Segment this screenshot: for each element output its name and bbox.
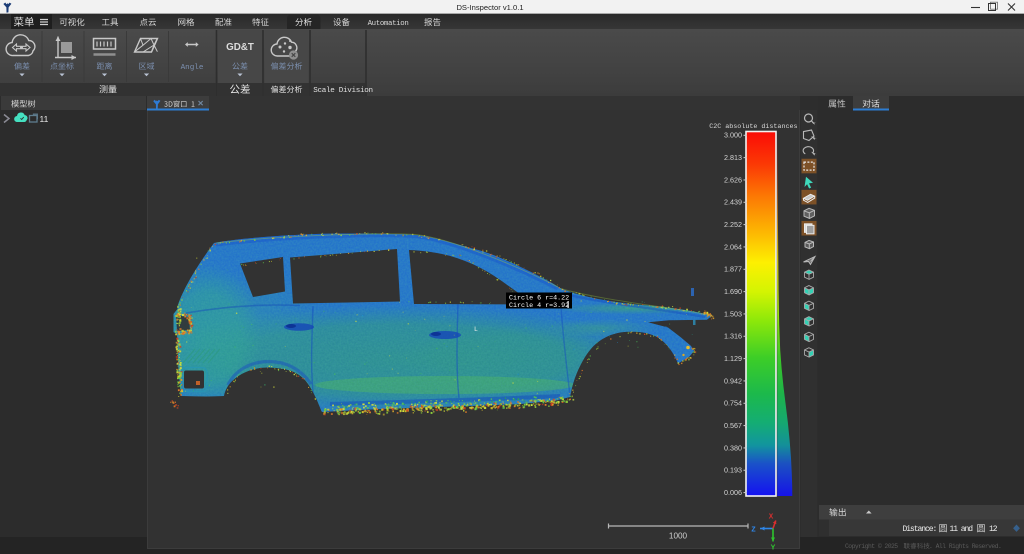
svg-text:DS-Inspector v1.0.1: DS-Inspector v1.0.1 bbox=[456, 3, 523, 12]
svg-text:12: 12 bbox=[989, 525, 998, 534]
svg-text:0.380: 0.380 bbox=[724, 443, 742, 452]
svg-text:11 and: 11 and bbox=[950, 525, 974, 534]
svg-text:X: X bbox=[769, 514, 774, 522]
svg-text:L: L bbox=[474, 326, 478, 333]
svg-text:1.690: 1.690 bbox=[724, 287, 742, 296]
svg-text:3.000: 3.000 bbox=[724, 131, 742, 140]
svg-text:0.942: 0.942 bbox=[724, 376, 742, 385]
svg-text:Scale Division: Scale Division bbox=[313, 87, 373, 95]
svg-text:C2C absolute distances: C2C absolute distances bbox=[709, 123, 797, 131]
svg-text:2.064: 2.064 bbox=[724, 242, 742, 251]
svg-text:1.129: 1.129 bbox=[724, 354, 742, 363]
svg-text:1000: 1000 bbox=[669, 532, 688, 541]
svg-text:Copyright © 2025: Copyright © 2025 bbox=[845, 542, 898, 550]
svg-text:2.626: 2.626 bbox=[724, 175, 742, 184]
svg-text:2.252: 2.252 bbox=[724, 220, 742, 229]
svg-text:1.877: 1.877 bbox=[724, 265, 742, 274]
svg-text:Y: Y bbox=[771, 545, 776, 553]
svg-text:0.193: 0.193 bbox=[724, 466, 742, 475]
svg-text:2.439: 2.439 bbox=[724, 198, 742, 207]
svg-text:Z: Z bbox=[751, 527, 756, 535]
svg-text:Distance:: Distance: bbox=[903, 525, 937, 534]
svg-text:1.503: 1.503 bbox=[724, 309, 742, 318]
svg-text:0.567: 0.567 bbox=[724, 421, 742, 430]
svg-text:0.754: 0.754 bbox=[724, 399, 742, 408]
svg-text:. All Rights Reserved.: . All Rights Reserved. bbox=[929, 543, 1001, 550]
svg-text:Angle: Angle bbox=[181, 64, 204, 72]
svg-text:GD&T: GD&T bbox=[226, 42, 254, 53]
svg-text:1.316: 1.316 bbox=[724, 332, 742, 341]
svg-text:2.813: 2.813 bbox=[724, 153, 742, 162]
svg-text:0.006: 0.006 bbox=[724, 488, 742, 497]
svg-text:11: 11 bbox=[40, 114, 49, 124]
svg-text:Circle 4 r=3.92: Circle 4 r=3.92 bbox=[509, 302, 569, 310]
svg-text:Automation: Automation bbox=[368, 20, 409, 28]
